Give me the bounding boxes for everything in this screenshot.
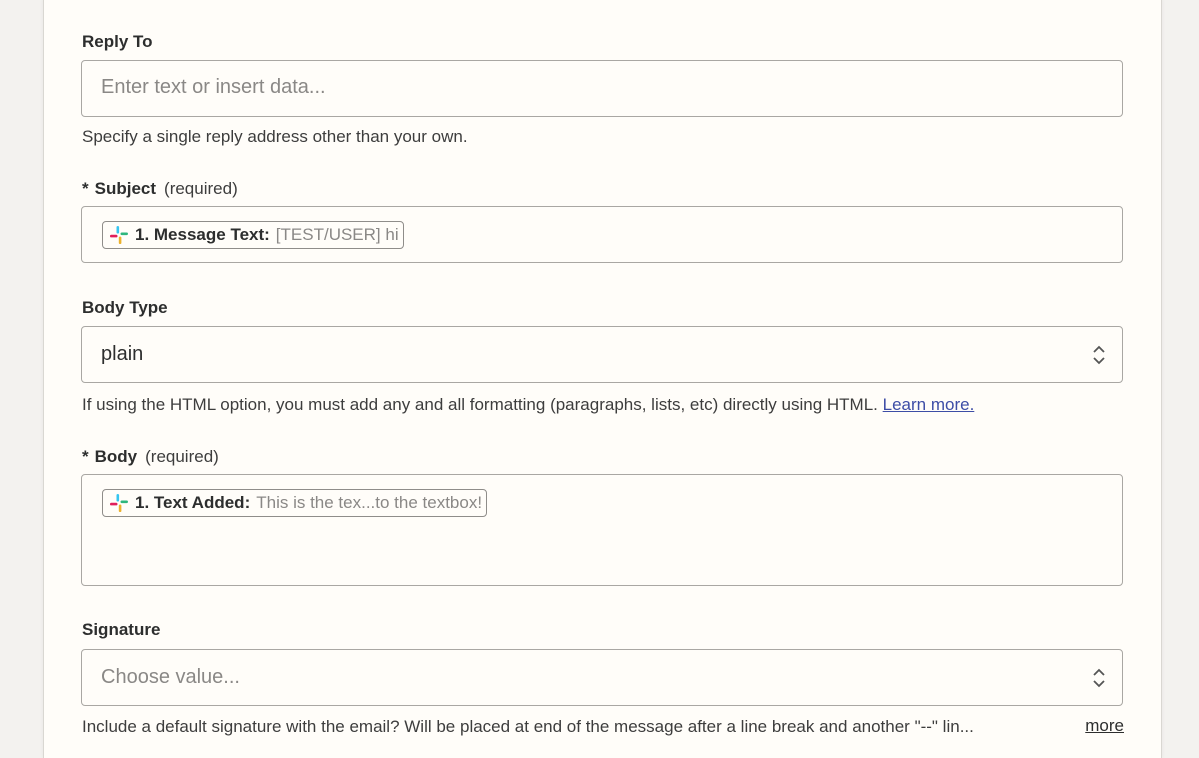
subject-pill-value: [TEST/USER] hi (275, 225, 399, 244)
body-label: Body (94, 447, 138, 466)
reply-to-label: Reply To (82, 32, 153, 51)
signature-label: Signature (82, 620, 161, 639)
learn-more-link[interactable]: Learn more. (883, 395, 975, 414)
required-star: * (82, 447, 89, 466)
body-textarea[interactable]: 1. Text Added: This is the tex...to the … (81, 474, 1123, 586)
signature-help: Include a default signature with the ema… (82, 717, 974, 736)
signature-placeholder: Choose value... (101, 666, 240, 688)
reply-to-help: Specify a single reply address other tha… (82, 127, 468, 146)
signature-select[interactable]: Choose value... (81, 649, 1123, 706)
reply-to-input[interactable]: Enter text or insert data... (81, 60, 1123, 117)
subject-label: Subject (94, 179, 157, 198)
body-type-value: plain (101, 343, 144, 365)
body-label-row: * Body (required) (82, 447, 219, 467)
body-type-label: Body Type (82, 298, 168, 317)
subject-label-row: * Subject (required) (82, 179, 238, 199)
body-required: (required) (145, 447, 219, 466)
body-data-pill[interactable]: 1. Text Added: This is the tex...to the … (102, 489, 488, 517)
chevron-up-down-icon (1093, 668, 1105, 688)
subject-required: (required) (164, 179, 238, 198)
body-type-select[interactable]: plain (81, 326, 1123, 383)
slack-icon (110, 226, 128, 244)
body-pill-key: 1. Text Added: (135, 493, 251, 512)
required-star: * (82, 179, 89, 198)
slack-icon (110, 494, 128, 512)
subject-data-pill[interactable]: 1. Message Text: [TEST/USER] hi (102, 221, 404, 249)
subject-pill-key: 1. Message Text: (135, 225, 270, 244)
body-type-help: If using the HTML option, you must add a… (82, 395, 974, 415)
body-type-help-text: If using the HTML option, you must add a… (82, 395, 878, 414)
more-link[interactable]: more (1085, 716, 1124, 736)
body-pill-value: This is the tex...to the textbox! (256, 493, 483, 512)
reply-to-placeholder: Enter text or insert data... (101, 76, 326, 98)
chevron-up-down-icon (1093, 345, 1105, 365)
subject-input[interactable]: 1. Message Text: [TEST/USER] hi (81, 206, 1123, 263)
